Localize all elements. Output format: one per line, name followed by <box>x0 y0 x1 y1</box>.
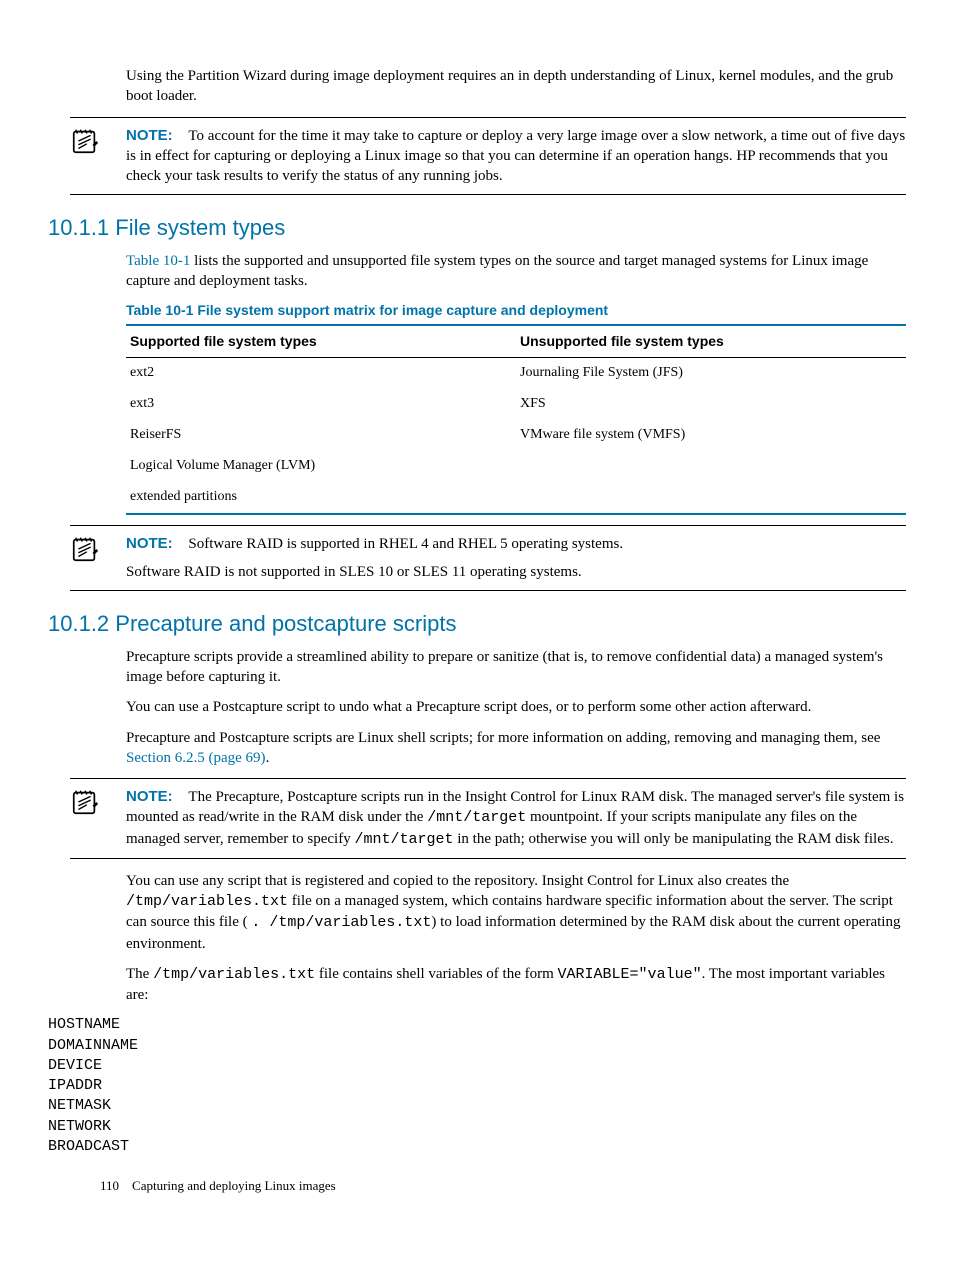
p3-suffix: . <box>266 750 270 766</box>
t2: file contains shell variables of the for… <box>315 966 557 982</box>
note3-after: in the path; otherwise you will only be … <box>454 831 894 847</box>
m2: VARIABLE="value" <box>558 966 702 983</box>
file-system-table: Supported file system types Unsupported … <box>126 324 906 514</box>
p3-prefix: Precapture and Postcapture scripts are L… <box>126 730 880 746</box>
note-block-1: NOTE: To account for the time it may tak… <box>70 117 906 196</box>
cell: XFS <box>516 389 906 420</box>
table-caption: Table 10-1 File system support matrix fo… <box>126 301 906 320</box>
var: DOMAINNAME <box>48 1036 906 1056</box>
table-row: Logical Volume Manager (LVM) <box>126 451 906 482</box>
p3: Precapture and Postcapture scripts are L… <box>126 728 906 769</box>
table-row: extended partitions <box>126 482 906 514</box>
table-link[interactable]: Table 10-1 <box>126 253 190 269</box>
note-label: NOTE: <box>126 535 173 552</box>
section-10-1-1-intro: Table 10-1 lists the supported and unsup… <box>126 251 906 292</box>
cell: Journaling File System (JFS) <box>516 358 906 389</box>
col-unsupported: Unsupported file system types <box>516 325 906 357</box>
note-block-3: NOTE: The Precapture, Postcapture script… <box>70 778 906 859</box>
cell: Logical Volume Manager (LVM) <box>126 451 516 482</box>
p1: Precapture scripts provide a streamlined… <box>126 647 906 688</box>
var: NETMASK <box>48 1096 906 1116</box>
t1: You can use any script that is registere… <box>126 873 789 889</box>
m2: . /tmp/variables.txt <box>251 914 431 931</box>
chapter-title: Capturing and deploying Linux images <box>132 1178 336 1193</box>
col-supported: Supported file system types <box>126 325 516 357</box>
var: DEVICE <box>48 1056 906 1076</box>
note-line-1: Software RAID is supported in RHEL 4 and… <box>188 536 623 552</box>
cell <box>516 482 906 514</box>
note-block-2: NOTE: Software RAID is supported in RHEL… <box>70 525 906 592</box>
table-row: ext2Journaling File System (JFS) <box>126 358 906 389</box>
table-row: ReiserFSVMware file system (VMFS) <box>126 420 906 451</box>
note-icon <box>70 787 100 817</box>
variable-list: HOSTNAME DOMAINNAME DEVICE IPADDR NETMAS… <box>48 1015 906 1157</box>
cell: VMware file system (VMFS) <box>516 420 906 451</box>
var: BROADCAST <box>48 1137 906 1157</box>
note-text: To account for the time it may take to c… <box>126 128 905 185</box>
section-link[interactable]: Section 6.2.5 (page 69) <box>126 750 266 766</box>
page-footer: 110 Capturing and deploying Linux images <box>100 1177 906 1195</box>
p2: You can use a Postcapture script to undo… <box>126 697 906 717</box>
note-label: NOTE: <box>126 127 173 144</box>
t1: The <box>126 966 153 982</box>
cell: ext3 <box>126 389 516 420</box>
note-icon <box>70 126 100 156</box>
note-label: NOTE: <box>126 788 173 805</box>
paragraph-after-note3-b: The /tmp/variables.txt file contains she… <box>126 964 906 1006</box>
cell: extended partitions <box>126 482 516 514</box>
var: IPADDR <box>48 1076 906 1096</box>
paragraph-after-note3-a: You can use any script that is registere… <box>126 871 906 954</box>
table-row: ext3XFS <box>126 389 906 420</box>
section-heading-10-1-1: 10.1.1 File system types <box>48 213 906 243</box>
cell: ReiserFS <box>126 420 516 451</box>
page-number: 110 <box>100 1178 119 1193</box>
m1: /tmp/variables.txt <box>153 966 315 983</box>
section-heading-10-1-2: 10.1.2 Precapture and postcapture script… <box>48 609 906 639</box>
note3-m1: /mnt/target <box>427 809 526 826</box>
intro-suffix: lists the supported and unsupported file… <box>126 253 868 289</box>
note-line-2: Software RAID is not supported in SLES 1… <box>126 562 906 582</box>
intro-paragraph: Using the Partition Wizard during image … <box>126 66 906 107</box>
var: HOSTNAME <box>48 1015 906 1035</box>
cell: ext2 <box>126 358 516 389</box>
m1: /tmp/variables.txt <box>126 893 288 910</box>
cell <box>516 451 906 482</box>
var: NETWORK <box>48 1117 906 1137</box>
note-icon <box>70 534 100 564</box>
note3-m2: /mnt/target <box>354 831 453 848</box>
